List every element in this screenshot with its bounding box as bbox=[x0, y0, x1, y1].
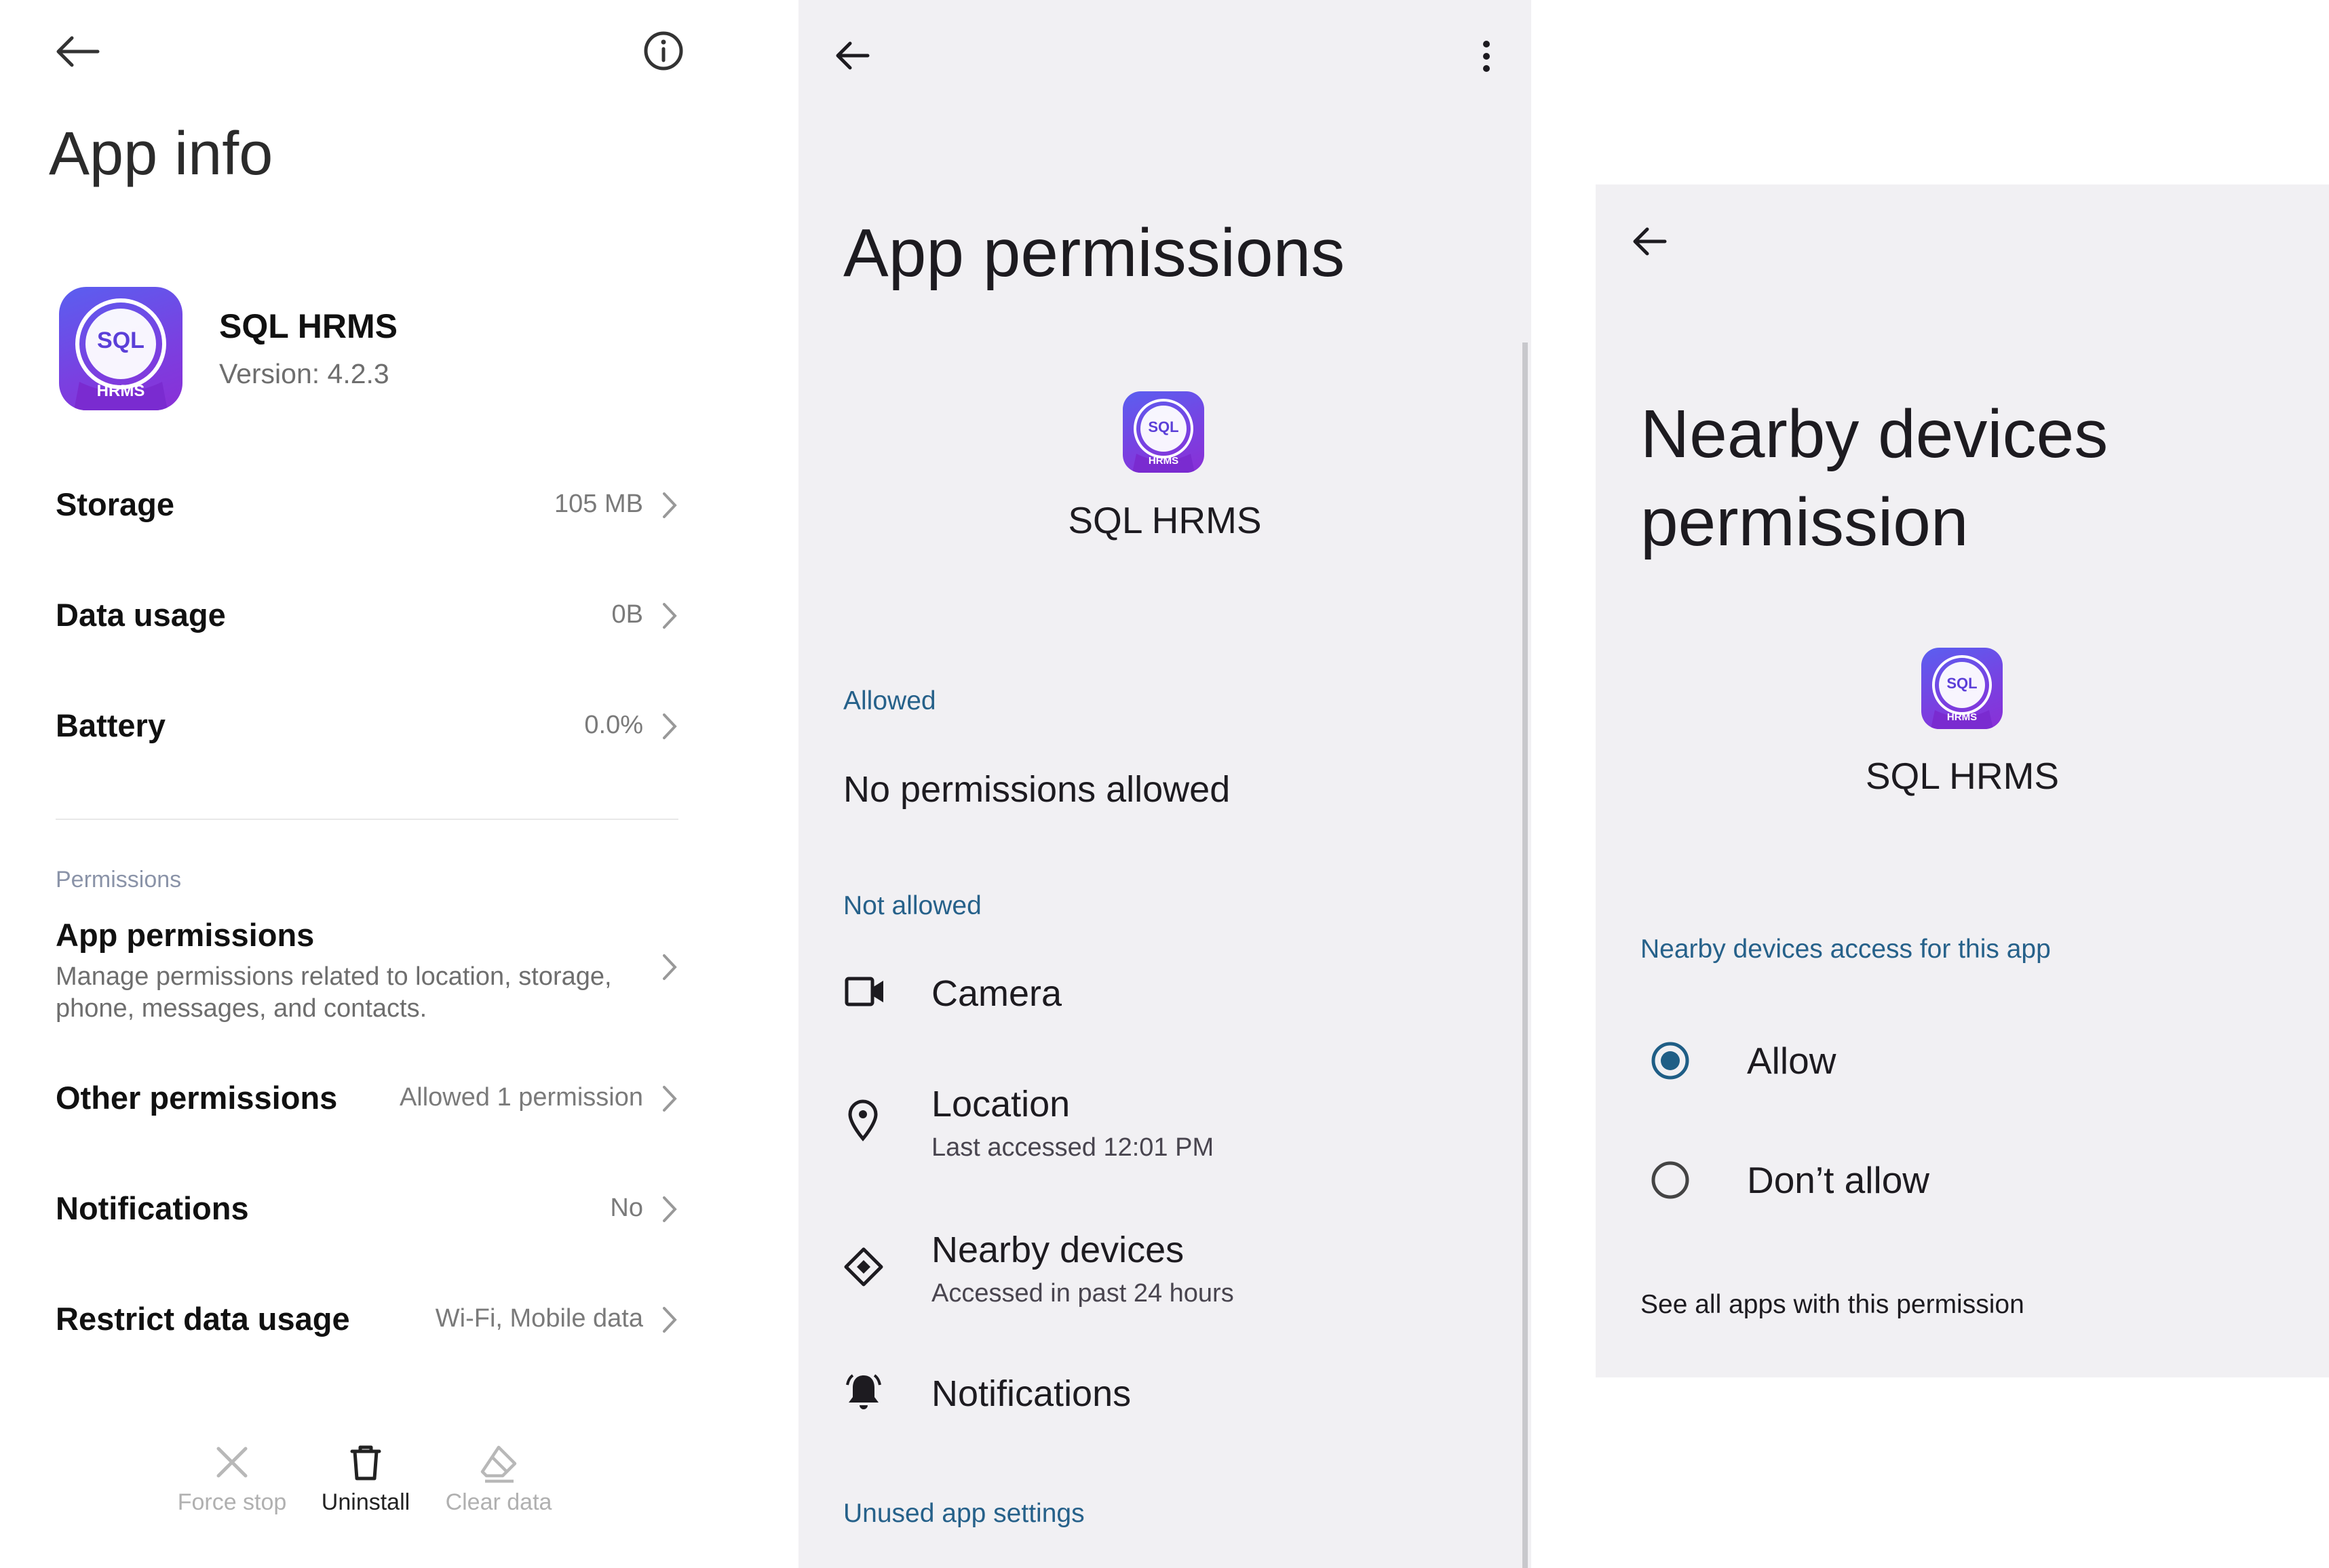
chevron-right-icon bbox=[661, 1306, 678, 1334]
location-label: Location bbox=[931, 1084, 1071, 1124]
data-usage-value: 0B bbox=[611, 600, 643, 629]
clear-data-label: Clear data bbox=[445, 1489, 552, 1515]
clear-data-button[interactable]: Clear data bbox=[431, 1443, 566, 1525]
nearby-devices-label: Nearby devices bbox=[931, 1230, 1185, 1270]
uninstall-label: Uninstall bbox=[321, 1489, 410, 1515]
unused-app-settings-header: Unused app settings bbox=[843, 1499, 1085, 1528]
camera-label: Camera bbox=[931, 973, 1062, 1014]
app-permissions-description-2: phone, messages, and contacts. bbox=[56, 994, 427, 1023]
radio-unselected[interactable] bbox=[1650, 1160, 1691, 1200]
app-name: SQL HRMS bbox=[219, 307, 398, 345]
close-icon bbox=[213, 1443, 251, 1481]
permission-item-notifications[interactable]: Notifications bbox=[798, 1356, 1518, 1451]
chevron-right-icon bbox=[661, 953, 678, 981]
storage-value: 105 MB bbox=[554, 490, 643, 518]
nearby-devices-subtitle: Accessed in past 24 hours bbox=[931, 1279, 1234, 1308]
page-title: App info bbox=[49, 120, 273, 188]
no-permissions-text: No permissions allowed bbox=[843, 769, 1231, 810]
app-name: SQL HRMS bbox=[1865, 755, 2060, 797]
battery-value: 0.0% bbox=[584, 711, 643, 739]
app-icon-logo-text: SQL bbox=[1946, 675, 1978, 692]
app-icon-logo-text: SQL bbox=[97, 328, 145, 353]
app-icon: SQL HRMS bbox=[59, 287, 182, 410]
page-title-line-1: Nearby devices bbox=[1640, 396, 2109, 472]
app-permissions-screen: App permissions SQL HRMS SQL HRMS Allowe… bbox=[798, 0, 1531, 1568]
back-arrow-icon[interactable] bbox=[53, 35, 100, 68]
data-usage-row[interactable]: Data usage 0B bbox=[54, 592, 678, 640]
app-icon-badge-text: HRMS bbox=[1148, 455, 1179, 467]
chevron-right-icon bbox=[661, 712, 678, 741]
radio-selected[interactable] bbox=[1650, 1040, 1691, 1081]
notifications-label: Notifications bbox=[931, 1373, 1132, 1414]
divider bbox=[56, 819, 678, 820]
dont-allow-option[interactable]: Don’t allow bbox=[1623, 1138, 2301, 1226]
restrict-data-usage-value: Wi-Fi, Mobile data bbox=[435, 1304, 643, 1333]
force-stop-button[interactable]: Force stop bbox=[164, 1443, 300, 1525]
permissions-section-header: Permissions bbox=[56, 867, 182, 893]
app-permissions-label: App permissions bbox=[56, 917, 315, 953]
trash-icon bbox=[347, 1443, 385, 1481]
permission-item-location[interactable]: Location Last accessed 12:01 PM bbox=[798, 1075, 1518, 1177]
location-subtitle: Last accessed 12:01 PM bbox=[931, 1133, 1214, 1162]
notifications-value: No bbox=[610, 1194, 643, 1222]
app-icon-logo-text: SQL bbox=[1148, 418, 1179, 435]
scrollbar[interactable] bbox=[1522, 342, 1528, 1568]
force-stop-label: Force stop bbox=[177, 1489, 287, 1515]
storage-label: Storage bbox=[56, 486, 174, 522]
not-allowed-section-header: Not allowed bbox=[843, 891, 982, 920]
dont-allow-label: Don’t allow bbox=[1747, 1159, 1930, 1201]
camera-icon bbox=[845, 975, 885, 1008]
eraser-icon bbox=[478, 1443, 519, 1484]
app-name: SQL HRMS bbox=[1068, 499, 1262, 541]
battery-row[interactable]: Battery 0.0% bbox=[54, 703, 678, 750]
other-permissions-value: Allowed 1 permission bbox=[399, 1083, 643, 1112]
app-permissions-description-1: Manage permissions related to location, … bbox=[56, 962, 612, 991]
page-title: App permissions bbox=[843, 215, 1345, 291]
app-info-screen: App info SQL HRMS SQL HRMS Version: 4.2.… bbox=[0, 0, 798, 1568]
allow-label: Allow bbox=[1747, 1040, 1836, 1082]
uninstall-button[interactable]: Uninstall bbox=[298, 1443, 434, 1525]
chevron-right-icon bbox=[661, 1084, 678, 1113]
app-permissions-row[interactable]: App permissions Manage permissions relat… bbox=[54, 912, 678, 1027]
info-icon[interactable] bbox=[642, 30, 685, 72]
restrict-data-usage-row[interactable]: Restrict data usage Wi-Fi, Mobile data bbox=[54, 1296, 678, 1344]
chevron-right-icon bbox=[661, 491, 678, 520]
permission-item-nearby-devices[interactable]: Nearby devices Accessed in past 24 hours bbox=[798, 1221, 1518, 1322]
notifications-row[interactable]: Notifications No bbox=[54, 1185, 678, 1233]
location-pin-icon bbox=[847, 1099, 879, 1141]
other-permissions-row[interactable]: Other permissions Allowed 1 permission bbox=[54, 1075, 678, 1122]
back-arrow-icon[interactable] bbox=[834, 41, 870, 71]
app-icon-badge-text: HRMS bbox=[96, 382, 145, 400]
chevron-right-icon bbox=[661, 602, 678, 630]
access-section-header: Nearby devices access for this app bbox=[1640, 935, 2051, 964]
app-icon: SQL HRMS bbox=[1123, 391, 1204, 473]
chevron-right-icon bbox=[661, 1195, 678, 1223]
app-icon-badge-text: HRMS bbox=[1946, 711, 1978, 723]
notifications-label: Notifications bbox=[56, 1190, 249, 1226]
bell-icon bbox=[843, 1371, 884, 1412]
permission-item-camera[interactable]: Camera bbox=[798, 949, 1518, 1044]
nearby-devices-permission-screen: Nearby devices permission SQL HRMS SQL H… bbox=[1596, 184, 2329, 1377]
nearby-devices-icon bbox=[843, 1247, 884, 1287]
restrict-data-usage-label: Restrict data usage bbox=[56, 1301, 350, 1337]
more-options-icon[interactable] bbox=[1481, 39, 1492, 73]
allow-option[interactable]: Allow bbox=[1623, 1019, 2301, 1107]
battery-label: Battery bbox=[56, 707, 166, 743]
data-usage-label: Data usage bbox=[56, 597, 226, 633]
allowed-section-header: Allowed bbox=[843, 686, 936, 716]
app-icon: SQL HRMS bbox=[1921, 648, 2003, 729]
back-arrow-icon[interactable] bbox=[1631, 227, 1668, 256]
other-permissions-label: Other permissions bbox=[56, 1080, 338, 1116]
see-all-apps-link[interactable]: See all apps with this permission bbox=[1640, 1290, 2024, 1320]
page-title-line-2: permission bbox=[1640, 484, 1969, 560]
storage-row[interactable]: Storage 105 MB bbox=[54, 482, 678, 529]
app-version: Version: 4.2.3 bbox=[219, 358, 389, 389]
